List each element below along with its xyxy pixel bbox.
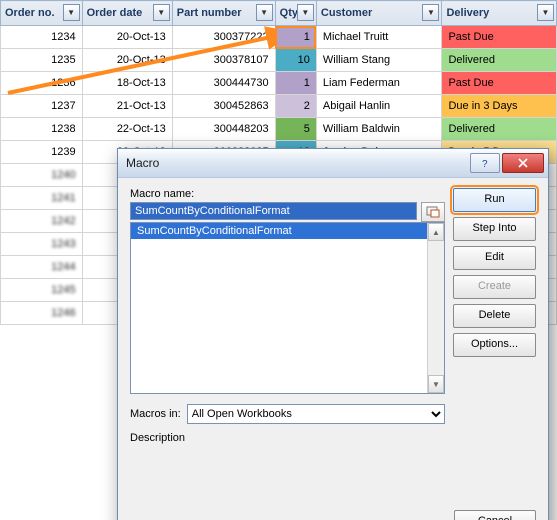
col-header-delivery[interactable]: Delivery ▼ — [442, 1, 557, 26]
table-row: 123420-Oct-133003772221Michael TruittPas… — [1, 26, 557, 49]
cell-order-no[interactable]: 1234 — [1, 26, 83, 49]
cell-order-no[interactable]: 1237 — [1, 95, 83, 118]
options-button[interactable]: Options... — [453, 333, 536, 357]
header-label: Delivery — [446, 7, 489, 19]
cell-customer[interactable]: Michael Truitt — [316, 26, 442, 49]
macro-name-input[interactable] — [130, 202, 417, 220]
cell-order-no[interactable]: 1245 — [1, 279, 83, 302]
macro-dialog: Macro ? Macro name: SumCountByConditiona… — [117, 148, 549, 520]
cell-customer[interactable]: Abigail Hanlin — [316, 95, 442, 118]
help-button[interactable]: ? — [470, 153, 500, 173]
filter-dropdown-icon[interactable]: ▼ — [297, 4, 314, 21]
delete-button[interactable]: Delete — [453, 304, 536, 328]
header-label: Order no. — [5, 7, 55, 19]
cell-qty[interactable]: 10 — [275, 49, 316, 72]
cell-order-date[interactable]: 22-Oct-13 — [82, 118, 172, 141]
scroll-down-icon[interactable]: ▼ — [428, 375, 444, 393]
cell-order-no[interactable]: 1239 — [1, 141, 83, 164]
cell-part[interactable]: 300452863 — [172, 95, 275, 118]
filter-dropdown-icon[interactable]: ▼ — [256, 4, 273, 21]
dialog-titlebar[interactable]: Macro ? — [118, 149, 548, 178]
cell-part[interactable]: 300444730 — [172, 72, 275, 95]
cell-delivery[interactable]: Past Due — [442, 72, 557, 95]
cell-order-no[interactable]: 1236 — [1, 72, 83, 95]
col-header-customer[interactable]: Customer ▼ — [316, 1, 442, 26]
cell-order-no[interactable]: 1244 — [1, 256, 83, 279]
cell-qty[interactable]: 1 — [275, 72, 316, 95]
cell-part[interactable]: 300448203 — [172, 118, 275, 141]
cell-order-date[interactable]: 21-Oct-13 — [82, 95, 172, 118]
cell-delivery[interactable]: Delivered — [442, 118, 557, 141]
cell-order-date[interactable]: 20-Oct-13 — [82, 49, 172, 72]
header-label: Order date — [87, 7, 143, 19]
filter-dropdown-icon[interactable]: ▼ — [422, 4, 439, 21]
cell-customer[interactable]: William Baldwin — [316, 118, 442, 141]
cell-qty[interactable]: 2 — [275, 95, 316, 118]
cell-qty[interactable]: 1 — [275, 26, 316, 49]
cell-order-date[interactable]: 18-Oct-13 — [82, 72, 172, 95]
table-row: 123822-Oct-133004482035William BaldwinDe… — [1, 118, 557, 141]
cell-order-no[interactable]: 1240 — [1, 164, 83, 187]
filter-dropdown-icon[interactable]: ▼ — [537, 4, 554, 21]
description-label: Description — [130, 432, 445, 444]
macros-in-label: Macros in: — [130, 408, 181, 420]
cell-order-no[interactable]: 1235 — [1, 49, 83, 72]
step-into-button[interactable]: Step Into — [453, 217, 536, 241]
edit-button[interactable]: Edit — [453, 246, 536, 270]
run-button[interactable]: Run — [453, 188, 536, 212]
col-header-qty[interactable]: Qty.▼ — [275, 1, 316, 26]
cancel-button[interactable]: Cancel — [454, 510, 536, 520]
macro-name-label: Macro name: — [130, 188, 445, 200]
cell-customer[interactable]: Liam Federman — [316, 72, 442, 95]
table-row: 123618-Oct-133004447301Liam FedermanPast… — [1, 72, 557, 95]
header-label: Part number — [177, 7, 242, 19]
cell-qty[interactable]: 5 — [275, 118, 316, 141]
cell-order-date[interactable]: 20-Oct-13 — [82, 26, 172, 49]
cell-order-no[interactable]: 1241 — [1, 187, 83, 210]
cell-part[interactable]: 300377222 — [172, 26, 275, 49]
svg-text:?: ? — [482, 159, 488, 168]
create-button: Create — [453, 275, 536, 299]
filter-dropdown-icon[interactable]: ▼ — [63, 4, 80, 21]
cell-order-no[interactable]: 1242 — [1, 210, 83, 233]
list-item[interactable]: SumCountByConditionalFormat — [131, 223, 444, 239]
close-button[interactable] — [502, 153, 544, 173]
cell-delivery[interactable]: Past Due — [442, 26, 557, 49]
cell-order-no[interactable]: 1246 — [1, 302, 83, 325]
dialog-title: Macro — [126, 156, 468, 170]
description-area — [130, 454, 445, 494]
table-row: 123721-Oct-133004528632Abigail HanlinDue… — [1, 95, 557, 118]
col-header-part-number[interactable]: Part number ▼ — [172, 1, 275, 26]
macros-in-select[interactable]: All Open Workbooks — [187, 404, 445, 424]
refedit-icon[interactable] — [421, 202, 445, 222]
scroll-up-icon[interactable]: ▲ — [428, 223, 444, 241]
cell-delivery[interactable]: Delivered — [442, 49, 557, 72]
cell-order-no[interactable]: 1238 — [1, 118, 83, 141]
filter-dropdown-icon[interactable]: ▼ — [153, 4, 170, 21]
header-label: Customer — [321, 7, 372, 19]
cell-order-no[interactable]: 1243 — [1, 233, 83, 256]
cell-part[interactable]: 300378107 — [172, 49, 275, 72]
table-row: 123520-Oct-1330037810710William StangDel… — [1, 49, 557, 72]
cell-customer[interactable]: William Stang — [316, 49, 442, 72]
macro-listbox[interactable]: SumCountByConditionalFormat ▲ ▼ — [130, 222, 445, 394]
col-header-order-no[interactable]: Order no. ▼ — [1, 1, 83, 26]
cell-delivery[interactable]: Due in 3 Days — [442, 95, 557, 118]
col-header-order-date[interactable]: Order date ▼ — [82, 1, 172, 26]
listbox-scrollbar[interactable]: ▲ ▼ — [427, 223, 444, 393]
